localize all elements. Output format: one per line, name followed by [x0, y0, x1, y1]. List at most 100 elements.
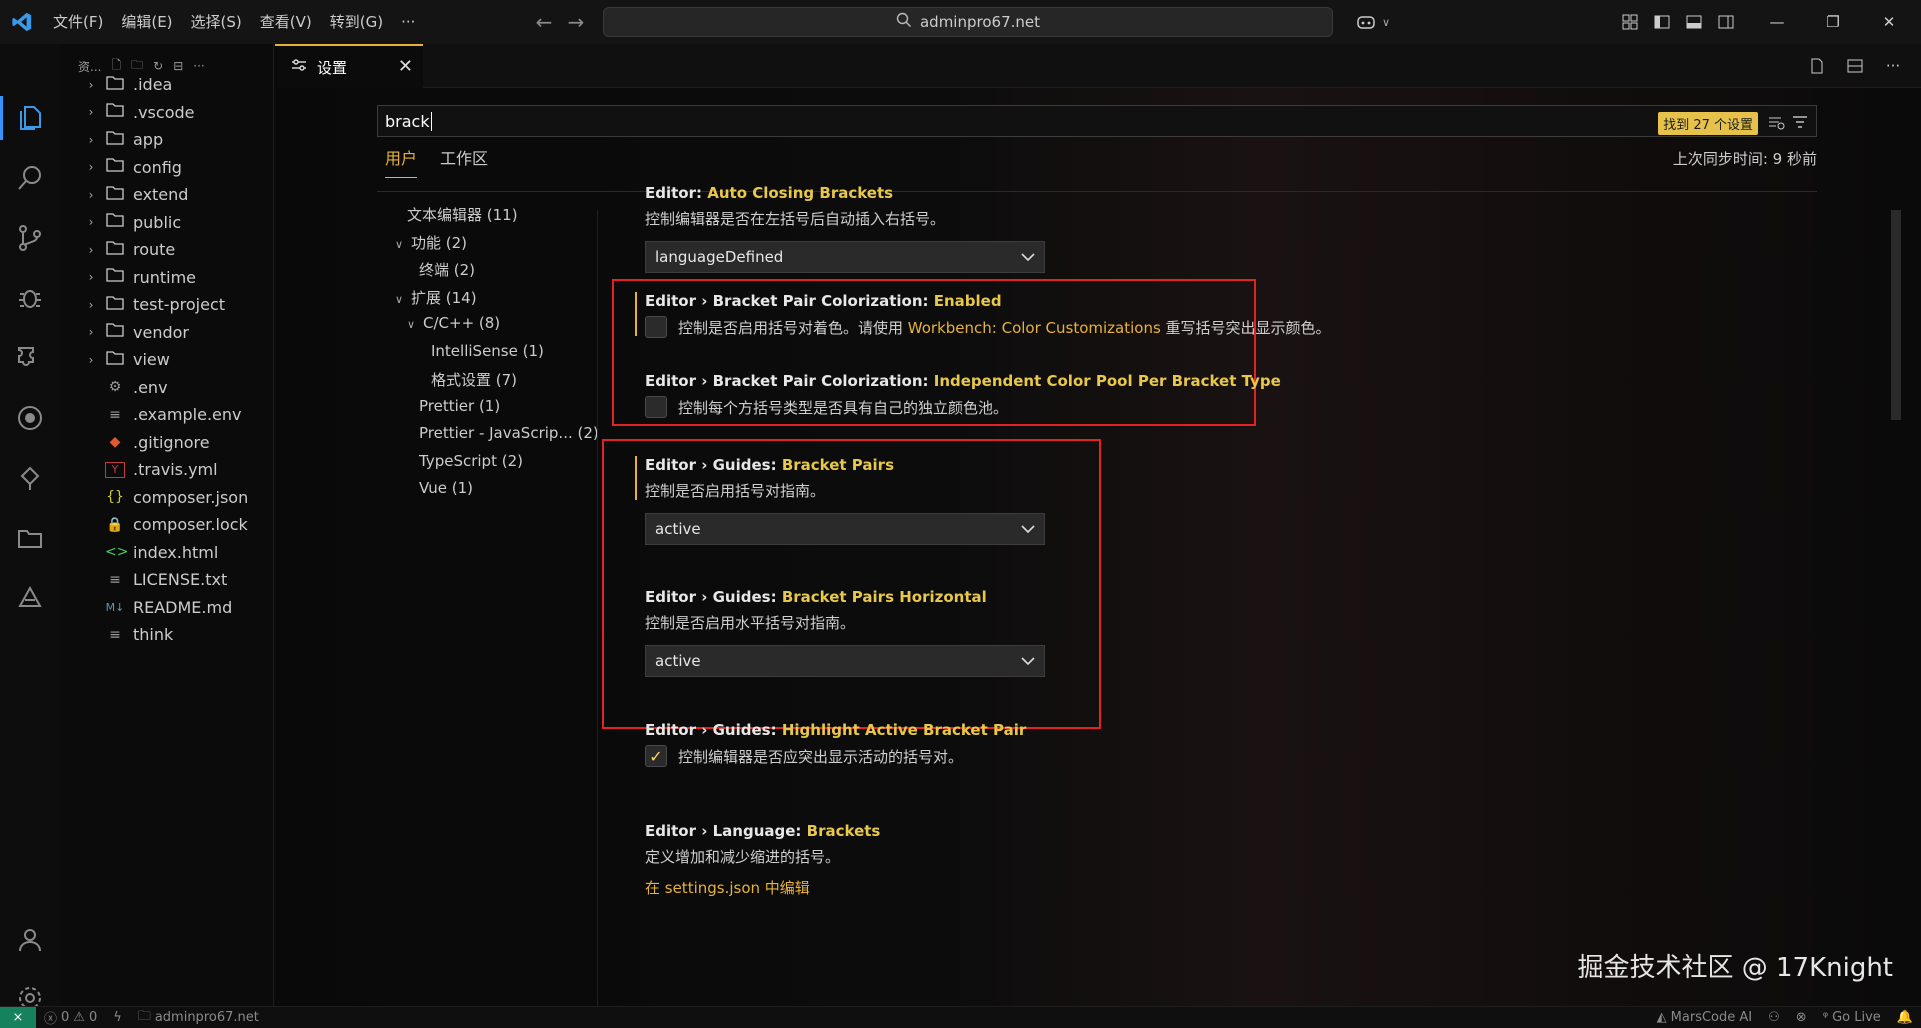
- toggle-secondary-sidebar-icon[interactable]: [1710, 0, 1742, 44]
- bracket-pairs-select[interactable]: active: [645, 513, 1045, 545]
- toc-item[interactable]: ∨ 扩展 (14): [395, 287, 477, 308]
- remote-explorer-icon[interactable]: [0, 390, 60, 446]
- tree-view-icon[interactable]: [0, 450, 60, 506]
- tree-folder[interactable]: › test-project: [60, 291, 274, 318]
- highlight-active-pair-checkbox[interactable]: ✓: [645, 745, 667, 767]
- menu-file[interactable]: 文件(F): [44, 0, 112, 44]
- yaml-file-icon: Y: [105, 461, 125, 478]
- run-debug-icon[interactable]: [0, 270, 60, 326]
- tree-folder[interactable]: › app: [60, 126, 274, 153]
- editor-more-icon[interactable]: ···: [1877, 44, 1909, 88]
- folder-view-icon[interactable]: [0, 510, 60, 566]
- remote-indicator-icon[interactable]: ⨯: [0, 1006, 36, 1028]
- toc-item[interactable]: 终端 (2): [419, 259, 475, 280]
- open-settings-json-icon[interactable]: [1801, 44, 1833, 88]
- search-icon[interactable]: [0, 150, 60, 206]
- source-control-icon[interactable]: [0, 210, 60, 266]
- tree-label: .vscode: [133, 102, 195, 122]
- copilot-menu[interactable]: ∨: [1350, 0, 1390, 44]
- results-count-badge: 找到 27 个设置: [1658, 112, 1758, 135]
- toc-item[interactable]: Prettier - JavaScrip... (2): [419, 424, 599, 442]
- filter-icon[interactable]: [1791, 113, 1809, 131]
- color-customizations-link[interactable]: Workbench: Color Customizations: [908, 319, 1161, 337]
- marscode-status[interactable]: ◭ MarsCode AI: [1649, 1010, 1760, 1025]
- settings-search-input[interactable]: brack 找到 27 个设置: [377, 105, 1817, 137]
- bracket-pairs-horizontal-select[interactable]: active: [645, 645, 1045, 677]
- colorization-enabled-checkbox[interactable]: [645, 316, 667, 338]
- edit-in-settings-json-link[interactable]: 在 settings.json 中编辑: [645, 877, 880, 898]
- go-live-button[interactable]: ᵠ Go Live: [1815, 1010, 1889, 1025]
- clear-filter-icon[interactable]: [1767, 113, 1785, 131]
- toc-item[interactable]: Prettier (1): [419, 397, 500, 415]
- close-window-icon[interactable]: ✕: [1861, 0, 1917, 44]
- workspace-folder[interactable]: 🗀 adminpro67.net: [130, 1007, 267, 1028]
- folder-icon: [105, 323, 125, 341]
- modified-indicator: [635, 292, 637, 336]
- problems-indicator[interactable]: ⓧ 0 ⚠ 0: [36, 1008, 105, 1027]
- toggle-panel-icon[interactable]: [1678, 0, 1710, 44]
- copilot-status-icon[interactable]: ⚇: [1760, 1010, 1788, 1025]
- status-bar: ⨯ ⓧ 0 ⚠ 0 ϟ 🗀 adminpro67.net ◭ MarsCode AI ⚇…: [0, 1006, 1921, 1028]
- minimize-icon[interactable]: —: [1749, 0, 1805, 44]
- warning-icon: ⚠: [73, 1010, 85, 1025]
- tree-file[interactable]: 🔒 composer.lock: [60, 511, 274, 538]
- settings-scrollbar[interactable]: [1891, 210, 1901, 420]
- tree-folder[interactable]: › .idea: [60, 71, 274, 98]
- tab-user-scope[interactable]: 用户: [385, 140, 418, 178]
- tree-file[interactable]: ◆ .gitignore: [60, 429, 274, 456]
- tree-folder[interactable]: › vendor: [60, 319, 274, 346]
- tree-folder[interactable]: › extend: [60, 181, 274, 208]
- tree-folder[interactable]: › config: [60, 154, 274, 181]
- menu-view[interactable]: 查看(V): [251, 0, 321, 44]
- restore-icon[interactable]: ❐: [1805, 0, 1861, 44]
- toc-item[interactable]: ∨ C/C++ (8): [407, 314, 500, 332]
- tree-folder[interactable]: › .vscode: [60, 99, 274, 126]
- split-editor-icon[interactable]: [1839, 44, 1871, 88]
- broadcast-icon[interactable]: ⊗: [1788, 1010, 1815, 1025]
- extensions-icon[interactable]: [0, 330, 60, 386]
- toc-item[interactable]: TypeScript (2): [419, 452, 523, 470]
- independent-color-pool-checkbox[interactable]: [645, 396, 667, 418]
- menu-more[interactable]: ···: [392, 0, 424, 44]
- toc-item[interactable]: 文本编辑器 (11): [407, 204, 518, 225]
- command-center-search[interactable]: adminpro67.net: [603, 7, 1333, 37]
- tree-file[interactable]: Y .travis.yml: [60, 456, 274, 483]
- back-arrow-icon[interactable]: ←: [528, 10, 560, 34]
- tree-folder[interactable]: › view: [60, 346, 274, 373]
- close-tab-icon[interactable]: ✕: [398, 56, 413, 77]
- toc-item[interactable]: 格式设置 (7): [431, 369, 517, 390]
- tree-file[interactable]: ≡ .example.env: [60, 401, 274, 428]
- tree-label: app: [133, 130, 164, 149]
- tree-file[interactable]: <> index.html: [60, 539, 274, 566]
- setting-language-brackets: Editor › Language: Brackets 定义增加和减少缩进的括号…: [645, 822, 880, 898]
- account-icon[interactable]: [0, 912, 60, 968]
- copilot-icon[interactable]: [1350, 0, 1382, 44]
- tree-folder[interactable]: › public: [60, 209, 274, 236]
- explorer-icon[interactable]: [0, 90, 60, 146]
- tree-file[interactable]: {} composer.json: [60, 484, 274, 511]
- tree-file[interactable]: ≡ LICENSE.txt: [60, 566, 274, 593]
- notifications-bell-icon[interactable]: 🔔: [1889, 1010, 1921, 1025]
- auto-closing-select[interactable]: languageDefined: [645, 241, 1045, 273]
- menu-selection[interactable]: 选择(S): [182, 0, 251, 44]
- chevron-right-icon: ›: [88, 270, 94, 284]
- menu-edit[interactable]: 编辑(E): [112, 0, 181, 44]
- customize-layout-icon[interactable]: [1614, 0, 1646, 44]
- menu-go[interactable]: 转到(G): [321, 0, 392, 44]
- tree-folder[interactable]: › route: [60, 236, 274, 263]
- marscode-icon[interactable]: [0, 570, 60, 626]
- tree-file[interactable]: ⚙ .env: [60, 374, 274, 401]
- toggle-sidebar-icon[interactable]: [1646, 0, 1678, 44]
- tab-workspace-scope[interactable]: 工作区: [440, 140, 488, 178]
- forward-arrow-icon[interactable]: →: [560, 10, 592, 34]
- checkmark-icon: ✓: [649, 746, 663, 766]
- tree-file[interactable]: M↓ README.md: [60, 594, 274, 621]
- toc-item[interactable]: Vue (1): [419, 479, 473, 497]
- tree-file[interactable]: ≡ think: [60, 621, 274, 648]
- lightning-icon[interactable]: ϟ: [105, 1010, 130, 1025]
- toc-item[interactable]: IntelliSense (1): [431, 342, 544, 360]
- tab-settings[interactable]: 设置 ✕: [275, 44, 423, 88]
- toc-item[interactable]: ∨ 功能 (2): [395, 232, 467, 253]
- tree-folder[interactable]: › runtime: [60, 264, 274, 291]
- folder-icon: 🗀: [137, 1008, 151, 1024]
